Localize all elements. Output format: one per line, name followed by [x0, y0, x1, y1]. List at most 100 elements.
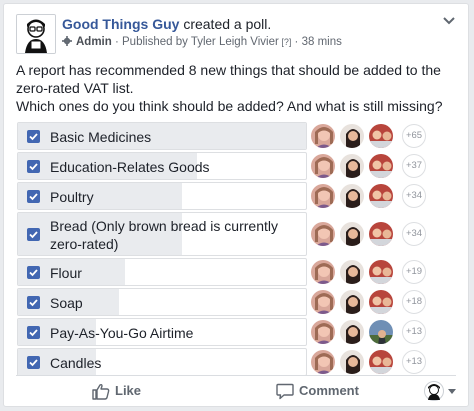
poll-option-bar[interactable]: Education-Relates Goods	[17, 152, 307, 180]
voter-avatar[interactable]	[339, 319, 365, 345]
voter-avatar[interactable]	[339, 349, 365, 375]
check-icon	[29, 193, 38, 201]
voter-avatar[interactable]	[339, 153, 365, 179]
more-voters-count[interactable]: +34	[402, 222, 426, 246]
voter-avatar[interactable]	[310, 259, 336, 285]
voter-avatars[interactable]: +34	[310, 220, 460, 248]
caret-down-icon	[448, 389, 456, 394]
voter-avatar[interactable]	[368, 319, 394, 345]
post-text-content: A report has recommended 8 new things th…	[16, 62, 443, 114]
voter-avatar[interactable]	[339, 259, 365, 285]
comment-label: Comment	[299, 383, 359, 398]
voter-avatars[interactable]: +19	[310, 258, 460, 286]
comment-button[interactable]: Comment	[276, 376, 371, 406]
poll-option-bar[interactable]: Flour	[17, 258, 307, 286]
checkbox[interactable]	[27, 190, 40, 203]
poll-option[interactable]: Education-Relates Goods +37	[17, 152, 457, 180]
poll-option[interactable]: Poultry +34	[17, 182, 457, 210]
voter-avatar[interactable]	[310, 123, 336, 149]
more-voters-count[interactable]: +18	[402, 290, 426, 314]
check-icon	[29, 299, 38, 307]
post-action-text: created a poll.	[179, 16, 272, 32]
poll-option-bar[interactable]: Basic Medicines	[17, 122, 307, 150]
poll-option-bar[interactable]: Bread (Only brown bread is currently zer…	[17, 212, 307, 256]
check-icon	[29, 359, 38, 367]
voter-avatar[interactable]	[368, 153, 394, 179]
more-voters-count[interactable]: +34	[402, 184, 426, 208]
checkbox[interactable]	[27, 228, 40, 241]
voter-avatar[interactable]	[339, 183, 365, 209]
poll-option-bar[interactable]: Pay-As-You-Go Airtime	[17, 318, 307, 346]
poll-option-label: Education-Relates Goods	[50, 159, 210, 175]
checkbox[interactable]	[27, 326, 40, 339]
more-voters-count[interactable]: +65	[402, 124, 426, 148]
post-meta-line: Admin · Published by Tyler Leigh Vivier …	[62, 36, 342, 48]
poll-post-card: Good Things Guy created a poll. Admin · …	[3, 3, 469, 407]
more-voters-count[interactable]: +13	[402, 350, 426, 374]
poll-option-label: Soap	[50, 295, 83, 311]
poll-option-label: Pay-As-You-Go Airtime	[50, 325, 194, 341]
poll-option[interactable]: Basic Medicines +65	[17, 122, 457, 150]
poll-option[interactable]: Candles +13	[17, 348, 457, 376]
check-icon	[29, 329, 38, 337]
poll-option-label: Flour	[50, 265, 82, 281]
poll-option[interactable]: Flour +19	[17, 258, 457, 286]
poll-option-bar[interactable]: Poultry	[17, 182, 307, 210]
admin-label: Admin	[76, 36, 112, 48]
voter-avatar[interactable]	[339, 289, 365, 315]
voter-avatars[interactable]: +34	[310, 182, 460, 210]
more-voters-count[interactable]: +13	[402, 320, 426, 344]
voter-avatar[interactable]	[310, 349, 336, 375]
checkbox[interactable]	[27, 266, 40, 279]
checkbox[interactable]	[27, 160, 40, 173]
voter-avatar[interactable]	[368, 123, 394, 149]
voter-avatars[interactable]: +13	[310, 348, 460, 376]
voter-avatars[interactable]: +65	[310, 122, 460, 150]
poll-option-label: Candles	[50, 355, 102, 371]
check-icon	[29, 269, 38, 277]
voter-avatar[interactable]	[368, 289, 394, 315]
gear-icon	[62, 36, 72, 46]
poll-option-bar[interactable]: Soap	[17, 288, 307, 316]
viewer-selector[interactable]	[424, 381, 456, 401]
check-icon	[29, 163, 38, 171]
poll-option[interactable]: Soap +18	[17, 288, 457, 316]
chevron-down-icon[interactable]	[440, 14, 458, 28]
voter-avatar[interactable]	[339, 221, 365, 247]
poll-option[interactable]: Pay-As-You-Go Airtime +13	[17, 318, 457, 346]
voter-avatars[interactable]: +18	[310, 288, 460, 316]
help-superscript[interactable]: [?]	[279, 37, 291, 47]
page-name-link[interactable]: Good Things Guy	[62, 16, 179, 32]
check-icon	[29, 133, 38, 141]
post-header: Good Things Guy created a poll. Admin · …	[16, 12, 458, 56]
more-voters-count[interactable]: +19	[402, 260, 426, 284]
voter-avatar[interactable]	[310, 319, 336, 345]
voter-avatars[interactable]: +37	[310, 152, 460, 180]
poll-option[interactable]: Bread (Only brown bread is currently zer…	[17, 212, 457, 256]
like-label: Like	[115, 383, 142, 398]
comment-icon	[276, 383, 294, 400]
like-icon	[92, 383, 110, 400]
post-timestamp[interactable]: · 38 mins	[291, 36, 342, 48]
post-title-line: Good Things Guy created a poll.	[62, 16, 271, 32]
checkbox[interactable]	[27, 356, 40, 369]
voter-avatars[interactable]: +13	[310, 318, 460, 346]
voter-avatar[interactable]	[339, 123, 365, 149]
viewer-avatar-icon	[424, 381, 444, 401]
poll-option-bar[interactable]: Candles	[17, 348, 307, 376]
voter-avatar[interactable]	[310, 289, 336, 315]
voter-avatar[interactable]	[310, 183, 336, 209]
like-button[interactable]: Like	[92, 376, 162, 406]
voter-avatar[interactable]	[368, 221, 394, 247]
voter-avatar[interactable]	[368, 349, 394, 375]
voter-avatar[interactable]	[310, 221, 336, 247]
voter-avatar[interactable]	[368, 259, 394, 285]
checkbox[interactable]	[27, 130, 40, 143]
poll-option-label: Poultry	[50, 189, 94, 205]
page-logo-icon[interactable]	[16, 14, 56, 54]
poll-option-label: Basic Medicines	[50, 129, 152, 145]
more-voters-count[interactable]: +37	[402, 154, 426, 178]
checkbox[interactable]	[27, 296, 40, 309]
voter-avatar[interactable]	[368, 183, 394, 209]
voter-avatar[interactable]	[310, 153, 336, 179]
